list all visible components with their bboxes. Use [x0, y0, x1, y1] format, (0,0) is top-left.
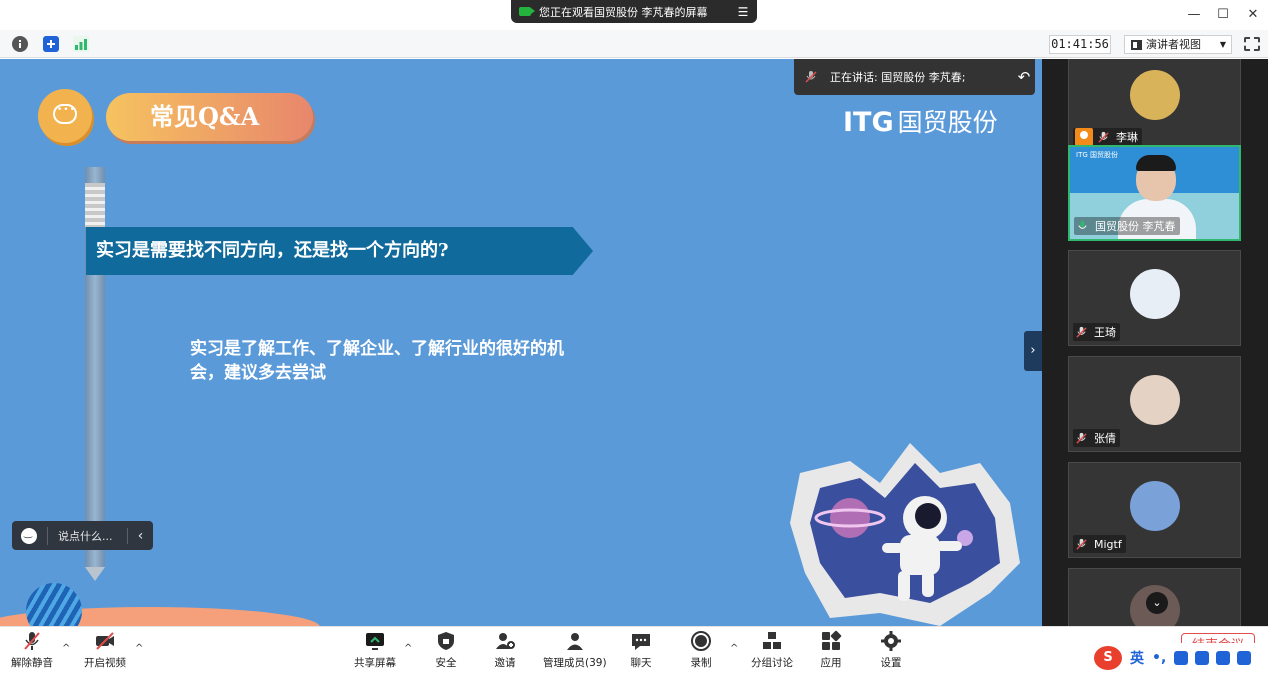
security-button[interactable]: 安全 [435, 630, 457, 674]
members-icon [566, 633, 583, 650]
participant-tile[interactable]: 李琳 [1068, 59, 1241, 151]
microphone-icon [1078, 220, 1087, 229]
view-mode-select[interactable]: 演讲者视图 ▼ [1124, 35, 1232, 54]
microphone-muted-icon [1076, 326, 1087, 338]
gear-icon [881, 631, 901, 651]
skin-icon[interactable] [1216, 651, 1231, 665]
ime-language[interactable]: 英 [1130, 648, 1144, 668]
participant-name: 张倩 [1094, 432, 1116, 445]
add-user-icon [496, 633, 515, 649]
apps-icon [822, 630, 842, 650]
scroll-down-icon[interactable]: ⌄ [1146, 592, 1168, 614]
panel-toggle-button[interactable]: › [1024, 331, 1042, 371]
close-icon[interactable]: ✕ [1244, 6, 1262, 24]
logo-latin: ITG [843, 107, 894, 138]
punctuation-icon[interactable]: •, [1152, 650, 1166, 666]
record-button[interactable]: 录制 [690, 630, 712, 674]
astronaut-illustration [790, 443, 1022, 626]
unmute-button[interactable]: 解除静音 [11, 630, 53, 674]
chat-input[interactable]: 说点什么... ‹ [12, 521, 153, 550]
share-notice[interactable]: 您正在观看国贸股份 李芃春的屏幕 ☰ [511, 0, 757, 23]
avatar [1130, 375, 1180, 425]
menu-icon[interactable]: ☰ [737, 5, 749, 19]
shared-screen: 常见Q&A ITG国贸股份 实习是需要找不同方向，还是找一个方向的? 实习是了解… [0, 59, 1042, 626]
participant-name: 李琳 [1116, 131, 1138, 144]
avatar [1130, 70, 1180, 120]
info-icon[interactable] [12, 36, 28, 52]
share-screen-button[interactable]: 共享屏幕 [354, 630, 396, 674]
signal-strength-icon[interactable] [73, 36, 89, 52]
keyboard-icon[interactable] [1195, 651, 1210, 665]
shield-icon [438, 632, 454, 650]
host-icon [1075, 128, 1093, 146]
video-watermark: ITG 国贸股份 [1076, 151, 1118, 159]
ime-logo[interactable]: S [1094, 646, 1122, 670]
reply-icon[interactable]: ↶ [1013, 68, 1035, 86]
logo-chinese: 国贸股份 [897, 108, 998, 137]
speaking-label: 正在讲话: 国贸股份 李芃春; [830, 71, 966, 84]
chat-button[interactable]: 聊天 [630, 630, 652, 674]
share-screen-icon [366, 633, 384, 650]
microphone-muted-icon [1076, 538, 1087, 550]
participant-tile[interactable]: Migtf [1068, 462, 1241, 558]
answer-text: 实习是了解工作、了解企业、了解行业的很好的机会，建议多去尝试 [190, 339, 564, 383]
participant-name: 国贸股份 李芃春 [1095, 220, 1176, 233]
chevron-up-icon[interactable]: ^ [730, 643, 738, 654]
input-method-bar[interactable]: S 英 •, [1090, 643, 1268, 673]
decorative-globe [26, 583, 82, 626]
record-icon [691, 631, 711, 651]
meeting-toolbar: 解除静音 ^ 开启视频 ^ 共享屏幕 ^ 安全 邀请 管理成员(39) 聊天 录… [0, 626, 1268, 675]
active-speaker-bar: 正在讲话: 国贸股份 李芃春; ↶ [794, 59, 1035, 95]
microphone-icon[interactable] [1174, 651, 1189, 665]
chevron-up-icon[interactable]: ^ [135, 643, 143, 654]
maximize-icon[interactable]: ☐ [1214, 6, 1232, 24]
participant-tile[interactable]: 王琦 [1068, 250, 1241, 346]
share-notice-text: 您正在观看国贸股份 李芃春的屏幕 [539, 5, 708, 19]
meeting-timer: 01:41:56 [1049, 35, 1111, 54]
breakout-rooms-button[interactable]: 分组讨论 [751, 630, 793, 674]
emoji-icon[interactable] [21, 527, 37, 544]
fullscreen-icon[interactable] [1244, 37, 1260, 51]
video-camera-off-icon [96, 632, 114, 650]
chevron-up-icon[interactable]: ^ [62, 643, 70, 654]
breakout-rooms-icon [763, 632, 781, 649]
shield-icon[interactable] [43, 36, 59, 52]
chevron-left-icon[interactable]: ‹ [127, 527, 153, 544]
chevron-up-icon[interactable]: ^ [404, 643, 412, 654]
participant-panel: 李琳 ITG 国贸股份 国贸股份 李芃春 王琦 张倩 Migtf [1042, 59, 1268, 626]
participant-name: Migtf [1094, 537, 1122, 551]
view-mode-label: 演讲者视图 [1146, 38, 1201, 51]
layout-icon [1131, 39, 1142, 50]
meeting-info-bar: 01:41:56 演讲者视图 ▼ [0, 30, 1268, 58]
video-camera-icon [519, 7, 535, 16]
question-banner: 实习是需要找不同方向，还是找一个方向的? [86, 227, 593, 275]
microphone-muted-icon [1098, 131, 1109, 143]
manage-members-button[interactable]: 管理成员(39) [543, 630, 607, 674]
participant-tile[interactable]: 张倩 [1068, 356, 1241, 452]
chat-bubble-icon [38, 89, 92, 143]
avatar [1130, 269, 1180, 319]
company-logo: ITG 国贸股份 [843, 103, 998, 139]
microphone-muted-icon [24, 632, 40, 650]
chat-icon [632, 634, 650, 650]
start-video-button[interactable]: 开启视频 [84, 630, 126, 674]
microphone-muted-icon [1076, 432, 1087, 444]
minimize-icon[interactable]: — [1185, 6, 1203, 24]
chat-placeholder: 说点什么... [58, 529, 113, 543]
participant-name: 王琦 [1094, 326, 1116, 339]
avatar [1130, 481, 1180, 531]
slide-title: 常见Q&A [106, 93, 313, 141]
toolbox-icon[interactable] [1237, 651, 1252, 665]
microphone-muted-icon [805, 71, 817, 83]
participant-tile-video[interactable]: ITG 国贸股份 国贸股份 李芃春 [1068, 145, 1241, 241]
title-bar: 您正在观看国贸股份 李芃春的屏幕 ☰ — ☐ ✕ [0, 0, 1268, 30]
invite-button[interactable]: 邀请 [494, 630, 516, 674]
chevron-down-icon: ▼ [1219, 40, 1226, 49]
apps-button[interactable]: 应用 [820, 630, 842, 674]
settings-button[interactable]: 设置 [880, 630, 902, 674]
